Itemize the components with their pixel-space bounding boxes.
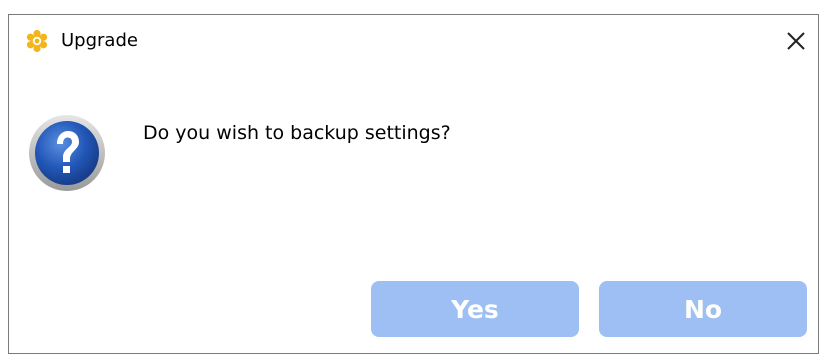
window-title: Upgrade (61, 30, 138, 51)
yes-button-label: Yes (451, 294, 499, 324)
title-bar: Upgrade (9, 15, 818, 67)
close-icon (787, 32, 805, 50)
close-button[interactable] (778, 23, 814, 59)
yes-button[interactable]: Yes (371, 281, 579, 337)
no-button[interactable]: No (599, 281, 807, 337)
question-icon (27, 113, 107, 193)
no-button-label: No (683, 294, 723, 324)
upgrade-dialog: Upgrade Do you wish to backup settings? … (8, 14, 819, 354)
dialog-message: Do you wish to backup settings? (143, 122, 451, 144)
app-icon (25, 29, 49, 53)
